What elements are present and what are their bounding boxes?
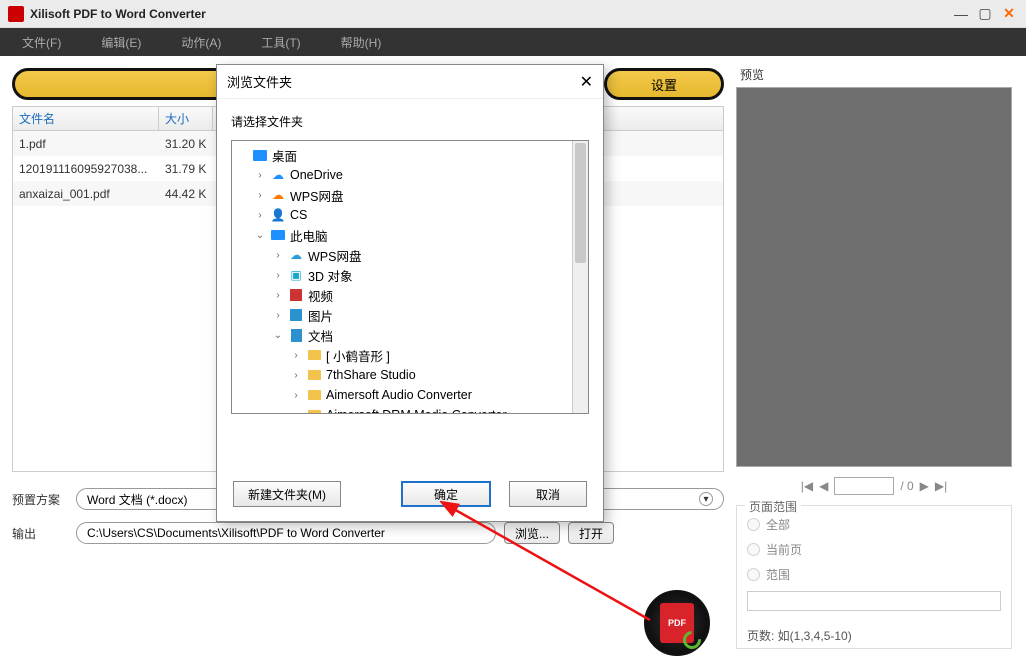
tree-node-folder[interactable]: ›7thShare Studio bbox=[232, 365, 588, 385]
menu-action[interactable]: 动作(A) bbox=[171, 30, 231, 55]
maximize-icon[interactable]: ▢ bbox=[976, 5, 994, 23]
dialog-close-icon[interactable]: ✕ bbox=[580, 72, 593, 92]
preview-area bbox=[736, 87, 1012, 467]
output-label: 输出 bbox=[12, 525, 68, 542]
prev-page-icon[interactable]: ◀ bbox=[819, 479, 828, 493]
column-size[interactable]: 大小 bbox=[159, 107, 213, 130]
folder-tree[interactable]: 桌面 ›☁OneDrive ›☁WPS网盘 ›👤CS ⌄此电脑 ›☁WPS网盘 … bbox=[232, 141, 588, 414]
app-icon bbox=[8, 6, 24, 22]
tree-node-docs[interactable]: ⌄文档 bbox=[232, 325, 588, 345]
page-separator: / 0 bbox=[900, 479, 913, 493]
tree-node-wps[interactable]: ›☁WPS网盘 bbox=[232, 185, 588, 205]
tree-scrollbar[interactable] bbox=[572, 141, 588, 413]
minimize-icon[interactable]: — bbox=[952, 5, 970, 23]
preview-label: 预览 bbox=[736, 66, 1012, 83]
open-button[interactable]: 打开 bbox=[568, 522, 614, 544]
settings-label: 设置 bbox=[651, 75, 677, 94]
chevron-down-icon: ▾ bbox=[699, 492, 713, 506]
browse-folder-dialog: 浏览文件夹 ✕ 请选择文件夹 桌面 ›☁OneDrive ›☁WPS网盘 ›👤C… bbox=[216, 64, 604, 522]
page-range-group: 页面范围 全部 当前页 范围 页数: 如(1,3,4,5-10) bbox=[736, 505, 1012, 649]
app-title: Xilisoft PDF to Word Converter bbox=[30, 7, 952, 21]
ok-button[interactable]: 确定 bbox=[401, 481, 491, 507]
last-page-icon[interactable]: ▶| bbox=[935, 479, 947, 493]
tree-node-wps2[interactable]: ›☁WPS网盘 bbox=[232, 245, 588, 265]
output-path[interactable]: C:\Users\CS\Documents\Xilisoft\PDF to Wo… bbox=[76, 522, 496, 544]
tree-node-3d[interactable]: ›▣3D 对象 bbox=[232, 265, 588, 285]
preset-label: 预置方案 bbox=[12, 491, 68, 508]
tree-node-thispc[interactable]: ⌄此电脑 bbox=[232, 225, 588, 245]
first-page-icon[interactable]: |◀ bbox=[801, 479, 813, 493]
menu-edit[interactable]: 编辑(E) bbox=[91, 30, 151, 55]
tree-node-onedrive[interactable]: ›☁OneDrive bbox=[232, 165, 588, 185]
column-name[interactable]: 文件名 bbox=[13, 107, 159, 130]
next-page-icon[interactable]: ▶ bbox=[920, 479, 929, 493]
close-icon[interactable]: ✕ bbox=[1000, 5, 1018, 23]
tree-node-folder[interactable]: ›Aimersoft DRM Media Converter bbox=[232, 405, 588, 414]
tree-node-cs[interactable]: ›👤CS bbox=[232, 205, 588, 225]
tree-node-folder[interactable]: ›[ 小鹤音形 ] bbox=[232, 345, 588, 365]
convert-button[interactable]: PDF bbox=[644, 590, 710, 656]
pager: |◀ ◀ / 0 ▶ ▶| bbox=[736, 477, 1012, 495]
new-folder-button[interactable]: 新建文件夹(M) bbox=[233, 481, 341, 507]
cancel-button[interactable]: 取消 bbox=[509, 481, 587, 507]
tree-node-desktop[interactable]: 桌面 bbox=[232, 145, 588, 165]
tree-node-picture[interactable]: ›图片 bbox=[232, 305, 588, 325]
settings-button[interactable]: 设置 bbox=[604, 68, 724, 100]
menu-file[interactable]: 文件(F) bbox=[12, 30, 71, 55]
range-current-radio[interactable]: 当前页 bbox=[747, 541, 1001, 558]
dialog-title: 浏览文件夹 bbox=[227, 72, 292, 91]
tree-node-video[interactable]: ›视频 bbox=[232, 285, 588, 305]
dialog-prompt: 请选择文件夹 bbox=[217, 99, 603, 140]
menu-tool[interactable]: 工具(T) bbox=[251, 30, 310, 55]
page-input[interactable] bbox=[834, 477, 894, 495]
menu-help[interactable]: 帮助(H) bbox=[331, 30, 392, 55]
page-range-legend: 页面范围 bbox=[745, 498, 801, 515]
tree-node-folder[interactable]: ›Aimersoft Audio Converter bbox=[232, 385, 588, 405]
range-all-radio[interactable]: 全部 bbox=[747, 516, 1001, 533]
pages-hint: 页数: 如(1,3,4,5-10) bbox=[747, 627, 1001, 644]
browse-button[interactable]: 浏览... bbox=[504, 522, 560, 544]
range-input[interactable] bbox=[747, 591, 1001, 611]
range-custom-radio[interactable]: 范围 bbox=[747, 566, 1001, 583]
